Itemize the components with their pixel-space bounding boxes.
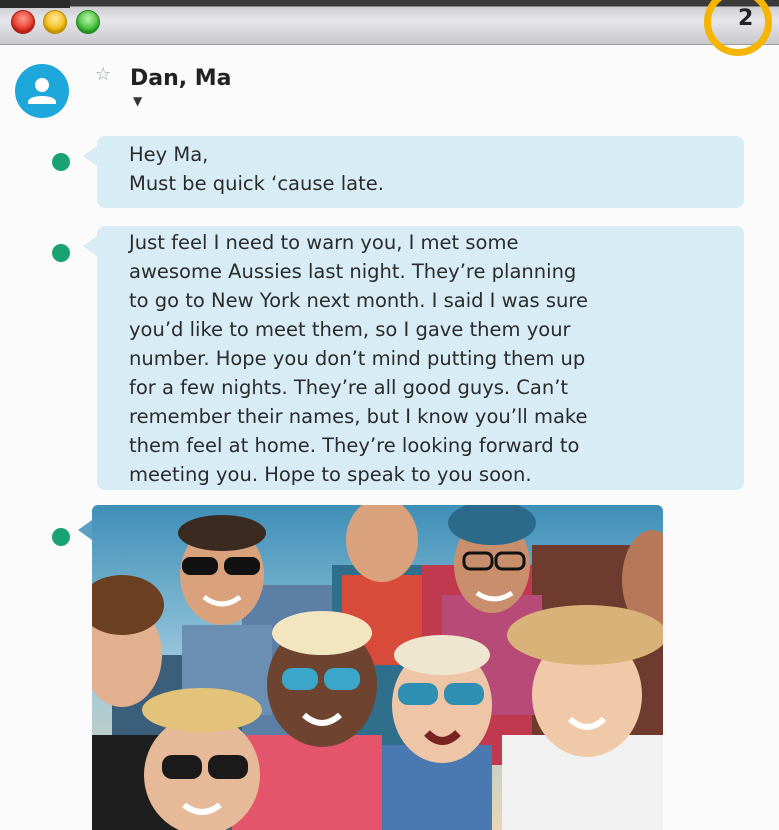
- titlebar-edge: [0, 0, 70, 8]
- message-line: Hey Ma,: [129, 143, 209, 166]
- unread-count-badge: 2: [738, 6, 754, 31]
- photo-attachment[interactable]: [92, 505, 663, 830]
- message-marker: [52, 528, 70, 546]
- message-line: to go to New York next month. I said I w…: [129, 289, 588, 312]
- group-photo-image: [92, 505, 663, 830]
- message-line: for a few nights. They’re all good guys.…: [129, 376, 569, 399]
- message-line: Must be quick ‘cause late.: [129, 172, 384, 195]
- zoom-window-button[interactable]: [76, 10, 100, 34]
- message-line: them feel at home. They’re looking forwa…: [129, 434, 580, 457]
- message-bubble[interactable]: Just feel I need to warn you, I met some…: [83, 226, 744, 490]
- message-line: number. Hope you don’t mind putting them…: [129, 347, 586, 370]
- photo-bubble-tail: [78, 520, 92, 540]
- minimize-window-button[interactable]: [43, 10, 67, 34]
- message-marker: [52, 153, 70, 171]
- window-titlebar: [0, 0, 779, 45]
- message-marker: [52, 244, 70, 262]
- message-line: remember their names, but I know you’ll …: [129, 405, 588, 428]
- message-line: you’d like to meet them, so I gave them …: [129, 318, 571, 341]
- close-window-button[interactable]: [11, 10, 35, 34]
- message-line: Just feel I need to warn you, I met some: [129, 231, 519, 254]
- message-line: meeting you. Hope to speak to you soon.: [129, 463, 532, 486]
- contact-avatar-icon[interactable]: [15, 64, 69, 118]
- message-line: awesome Aussies last night. They’re plan…: [129, 260, 577, 283]
- star-outline-icon[interactable]: ☆: [95, 64, 111, 85]
- conversation-title[interactable]: Dan, Ma: [130, 66, 232, 91]
- message-bubble[interactable]: Hey Ma, Must be quick ‘cause late.: [83, 136, 744, 208]
- triangle-down-icon[interactable]: ▼: [133, 94, 142, 108]
